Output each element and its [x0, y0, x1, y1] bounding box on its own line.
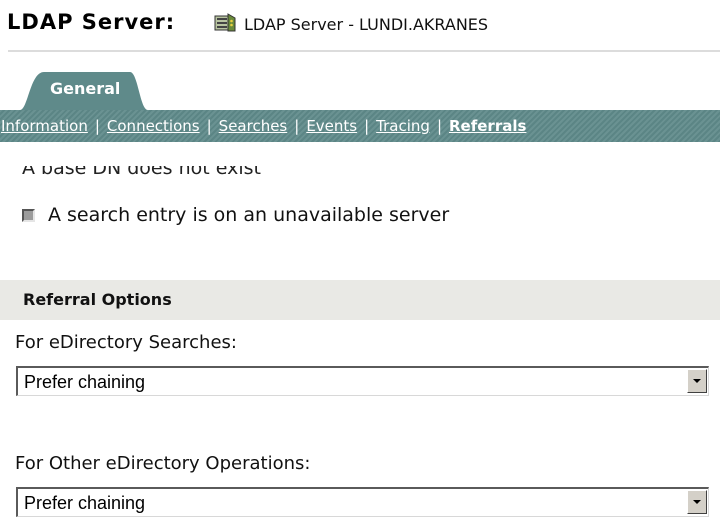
subnav-connections[interactable]: Connections: [107, 117, 200, 135]
header-divider: [8, 50, 720, 52]
subnav: Information | Connections | Searches | E…: [0, 110, 720, 142]
partial-checkbox-label: A base DN does not exist: [22, 166, 261, 179]
subnav-referrals[interactable]: Referrals: [449, 117, 526, 135]
subnav-separator: |: [364, 117, 370, 135]
server-name: LDAP Server - LUNDI.AKRANES: [244, 15, 489, 34]
subnav-searches[interactable]: Searches: [219, 117, 288, 135]
tab-general-label: General: [50, 79, 121, 98]
subnav-separator: |: [436, 117, 442, 135]
edirectory-searches-label: For eDirectory Searches:: [15, 332, 237, 353]
chevron-down-icon[interactable]: [687, 369, 707, 393]
edirectory-searches-select[interactable]: Prefer chaining: [16, 366, 709, 396]
edirectory-searches-value: Prefer chaining: [24, 372, 146, 392]
partial-checkbox-row[interactable]: A base DN does not exist: [22, 166, 422, 186]
subnav-information[interactable]: Information: [1, 117, 88, 135]
subnav-separator: |: [206, 117, 212, 135]
section-title: Referral Options: [23, 290, 172, 309]
chevron-down-icon[interactable]: [687, 490, 707, 514]
other-operations-label: For Other eDirectory Operations:: [15, 453, 311, 474]
other-operations-value: Prefer chaining: [24, 493, 146, 513]
page-title: LDAP Server:: [7, 10, 176, 34]
subnav-tracing[interactable]: Tracing: [376, 117, 430, 135]
tab-bar: General: [0, 72, 720, 110]
subnav-separator: |: [94, 117, 100, 135]
search-entry-checkbox-row[interactable]: A search entry is on an unavailable serv…: [22, 204, 449, 226]
subnav-events[interactable]: Events: [306, 117, 357, 135]
search-entry-checkbox-label: A search entry is on an unavailable serv…: [48, 204, 450, 226]
search-entry-checkbox[interactable]: [22, 208, 35, 222]
referral-options-section-header: Referral Options: [0, 280, 720, 320]
server-object-icon: [214, 13, 236, 33]
subnav-separator: |: [294, 117, 300, 135]
other-operations-select[interactable]: Prefer chaining: [16, 487, 709, 517]
page-header: LDAP Server: LDAP Server - LUNDI.AKRANES: [0, 0, 720, 50]
tab-general[interactable]: General: [20, 72, 148, 110]
